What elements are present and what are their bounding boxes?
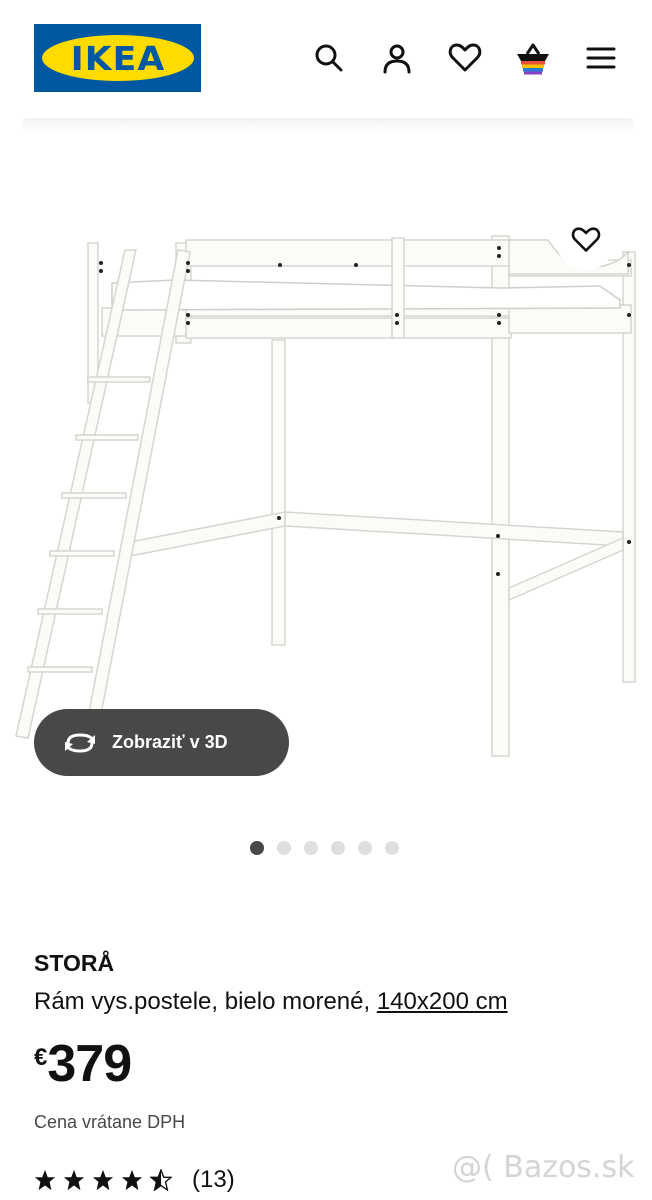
carousel-dot-2[interactable] [277, 841, 291, 855]
carousel-dot-1[interactable] [250, 841, 264, 855]
product-name: STORÅ [34, 950, 115, 976]
star-icon [121, 1169, 143, 1191]
product-price: € 379 [34, 1035, 132, 1093]
logo-oval: IKEA [41, 35, 194, 81]
carousel-dot-6[interactable] [385, 841, 399, 855]
carousel-dot-3[interactable] [304, 841, 318, 855]
search-icon [315, 44, 343, 72]
star-icon [34, 1169, 56, 1191]
header-shadow [22, 118, 634, 132]
half-star-icon [150, 1169, 172, 1191]
account-icon [383, 44, 411, 74]
cart-icon [517, 43, 549, 75]
price-amount: 379 [47, 1035, 132, 1093]
menu-icon [586, 47, 616, 69]
rating-count[interactable]: (13) [192, 1166, 235, 1194]
product-description-text: Rám vys.postele, bielo morené, [34, 988, 377, 1015]
view-3d-label: Zobraziť v 3D [112, 732, 228, 752]
watermark: @( Bazos.sk [452, 1150, 635, 1185]
product-description: Rám vys.postele, bielo morené, 140x200 c… [34, 988, 508, 1016]
carousel-dot-4[interactable] [331, 841, 345, 855]
carousel-dots [250, 841, 399, 855]
cart-button[interactable] [511, 36, 555, 80]
star-icon [63, 1169, 85, 1191]
account-button[interactable] [375, 36, 419, 80]
favorites-icon [448, 43, 482, 72]
heart-icon [571, 227, 601, 252]
search-button[interactable] [307, 36, 351, 80]
menu-button[interactable] [579, 36, 623, 80]
rating-stars [34, 1169, 172, 1191]
product-rating[interactable]: (13) [34, 1166, 235, 1194]
ikea-logo[interactable]: IKEA [34, 24, 201, 92]
rotate-icon [65, 732, 95, 753]
price-currency: € [34, 1044, 48, 1071]
product-size-link[interactable]: 140x200 cm [377, 988, 508, 1015]
favorites-button[interactable] [443, 36, 487, 80]
carousel-dot-5[interactable] [358, 841, 372, 855]
add-to-favorites-button[interactable] [556, 210, 616, 270]
logo-text: IKEA [70, 38, 165, 78]
star-icon [92, 1169, 114, 1191]
vat-note: Cena vrátane DPH [34, 1112, 186, 1132]
view-3d-button[interactable]: Zobraziť v 3D [34, 709, 289, 776]
top-bar: IKEA [0, 0, 652, 118]
